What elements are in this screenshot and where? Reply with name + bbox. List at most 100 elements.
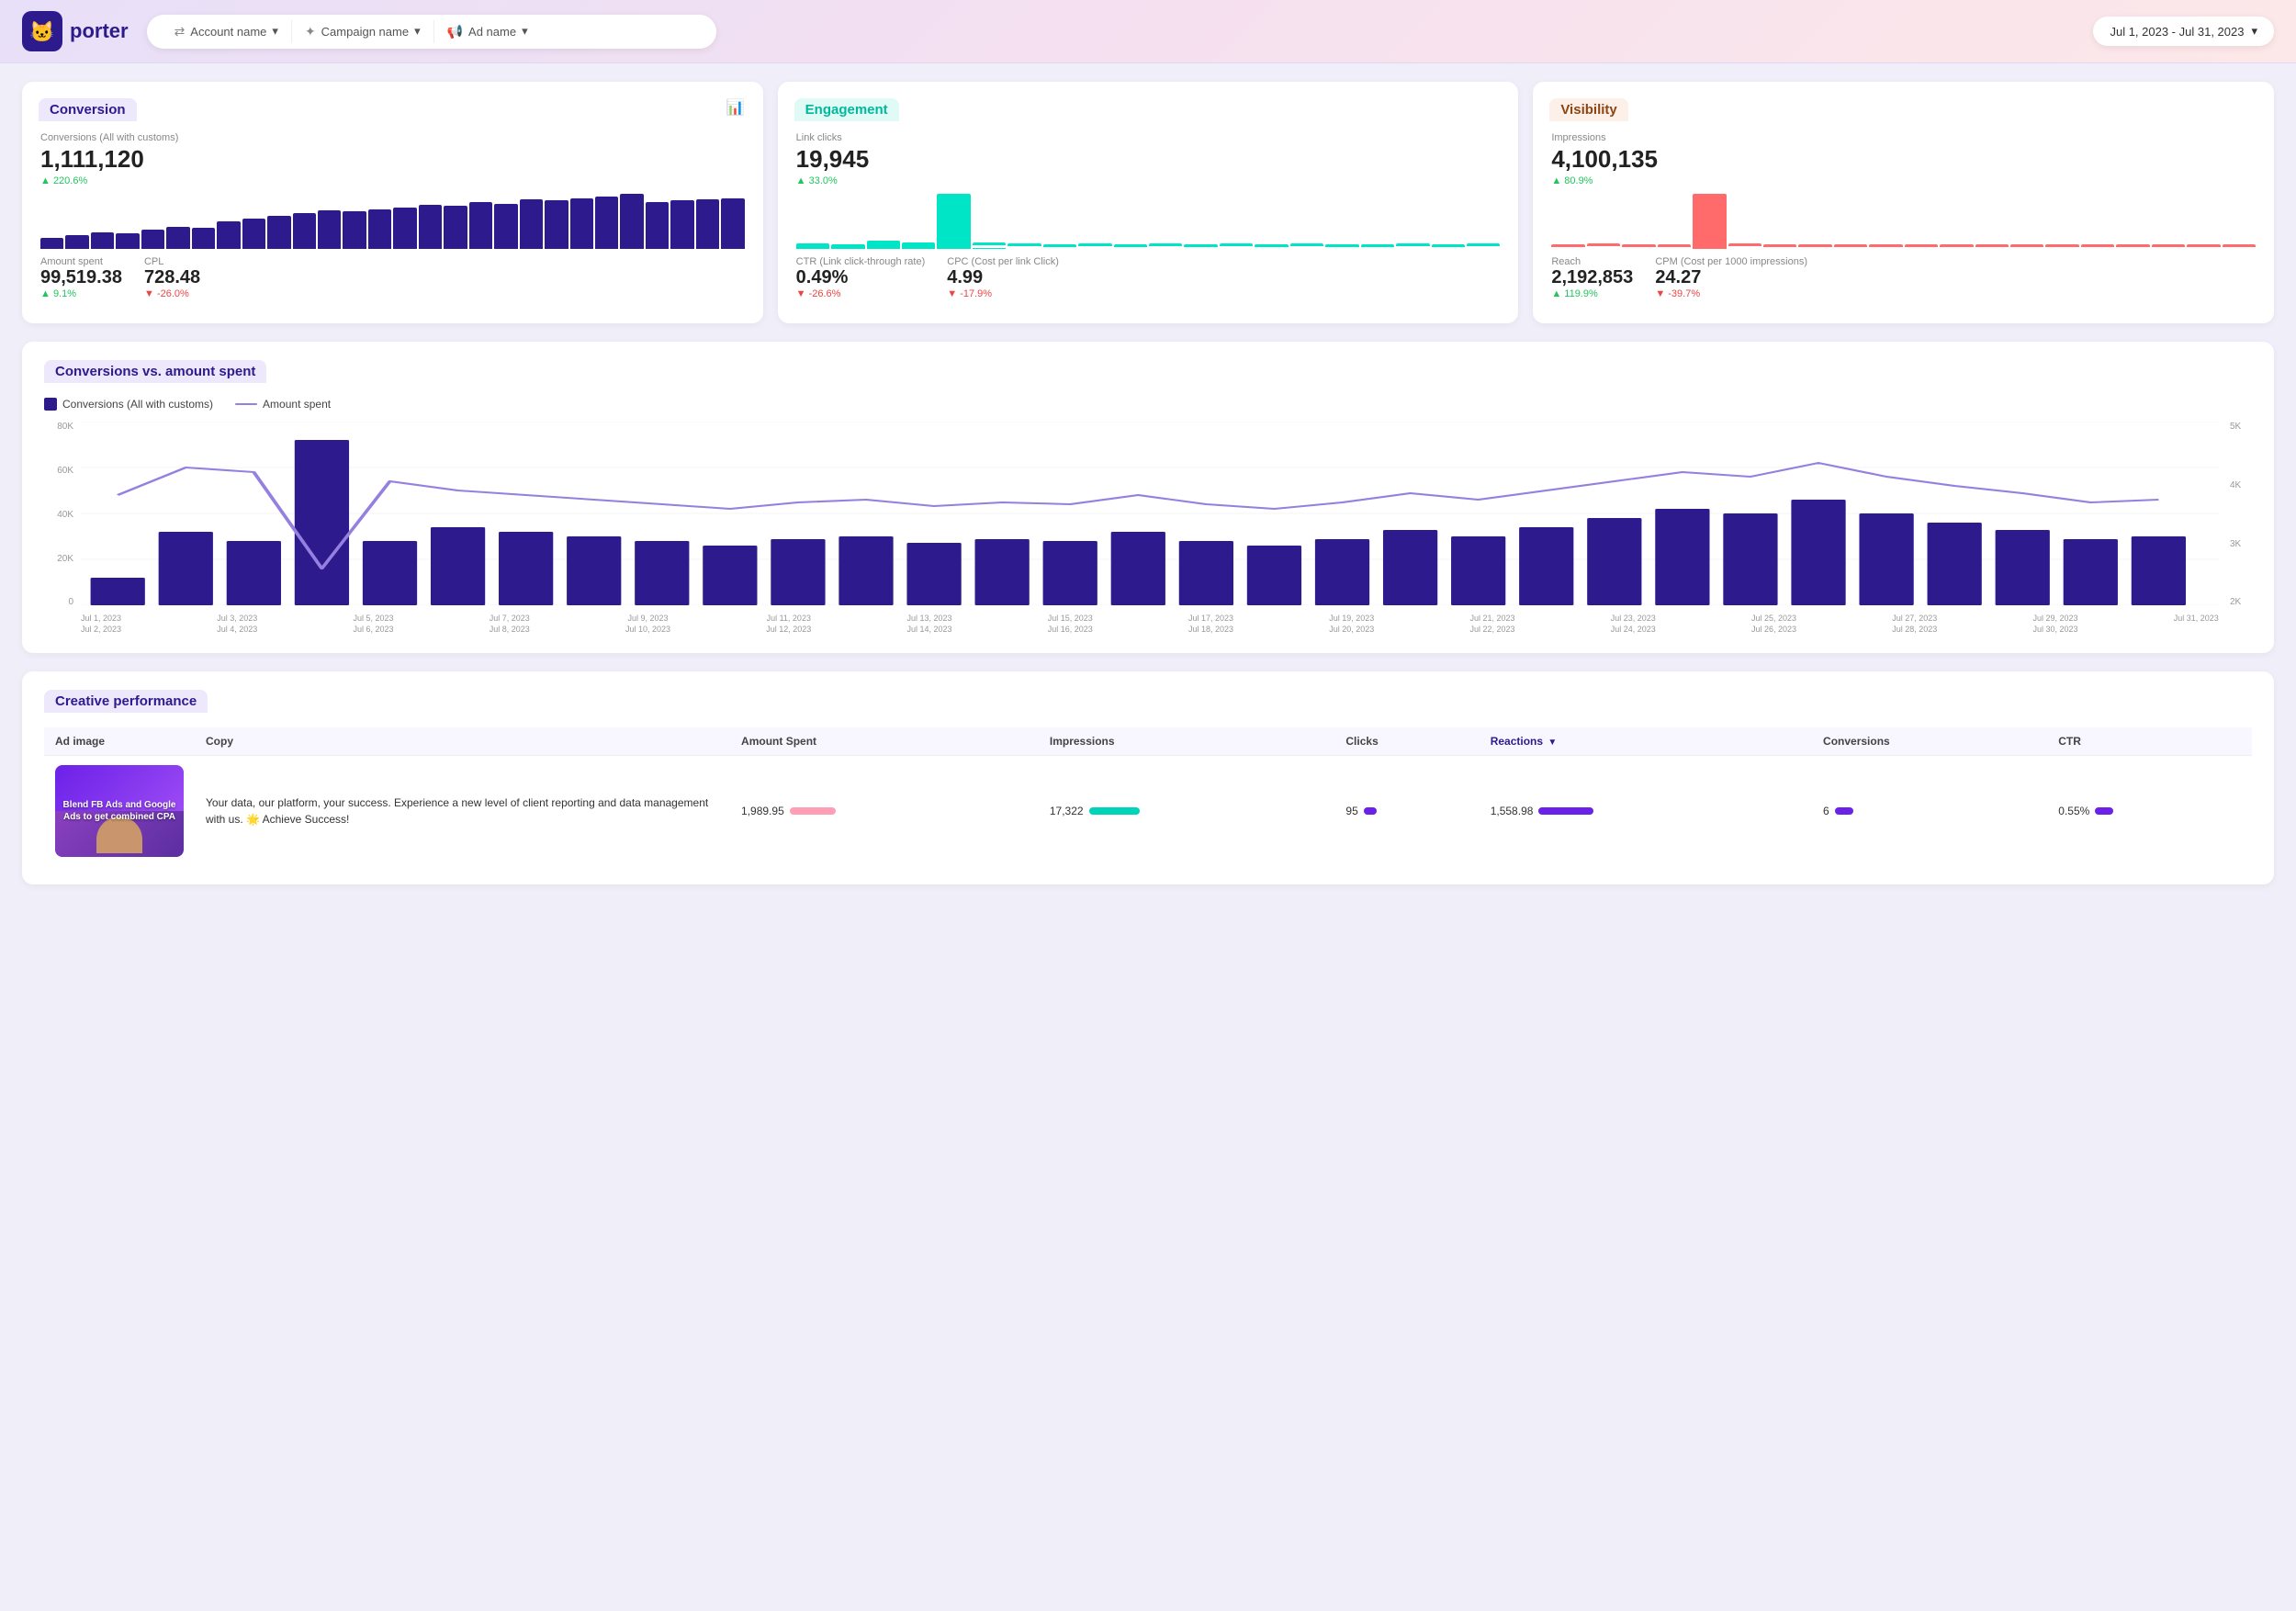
- x-label-8: Jul 15, 2023Jul 16, 2023: [1048, 614, 1093, 635]
- engagement-sub2: CPC (Cost per link Click) 4.99 ▼ -17.9%: [947, 256, 1059, 307]
- ad-filter[interactable]: 📢 Ad name ▾: [434, 20, 541, 43]
- main-content: Conversion 📊 Conversions (All with custo…: [0, 63, 2296, 903]
- x-label-9: Jul 17, 2023Jul 18, 2023: [1188, 614, 1233, 635]
- engagement-sub2-label: CPC (Cost per link Click): [947, 256, 1059, 267]
- x-label-1: Jul 1, 2023Jul 2, 2023: [81, 614, 121, 635]
- x-label-16: Jul 31, 2023: [2174, 614, 2219, 635]
- calendar-chevron: ▾: [2251, 24, 2257, 39]
- ad-label: Ad name: [468, 25, 516, 39]
- legend-bar-label: Conversions (All with customs): [62, 398, 213, 411]
- engagement-main-label: Link clicks: [796, 132, 1501, 143]
- ad-image-placeholder: Blend FB Ads and Google Ads to get combi…: [55, 765, 184, 857]
- x-label-14: Jul 27, 2023Jul 28, 2023: [1892, 614, 1937, 635]
- clicks-cell: 95: [1334, 756, 1479, 867]
- reactions-value: 1,558.98: [1491, 805, 1534, 817]
- conversion-sub-metrics: Amount spent 99,519.38 ▲ 9.1% CPL 728.48…: [40, 256, 745, 307]
- engagement-sub1-change: ▼ -26.6%: [796, 288, 926, 299]
- impressions-bar: [1089, 807, 1140, 815]
- col-ad-image: Ad image: [44, 727, 195, 756]
- bar-23: [595, 197, 618, 249]
- account-label: Account name: [190, 25, 266, 39]
- conversion-card: Conversion 📊 Conversions (All with custo…: [22, 82, 763, 323]
- campaign-filter[interactable]: ✦ Campaign name ▾: [292, 20, 434, 43]
- legend-line-label: Amount spent: [263, 398, 331, 411]
- x-label-7: Jul 13, 2023Jul 14, 2023: [907, 614, 952, 635]
- x-label-15: Jul 29, 2023Jul 30, 2023: [2033, 614, 2078, 635]
- conversion-main-value: 1,111,120: [40, 145, 745, 174]
- clicks-bar: [1364, 807, 1377, 815]
- visibility-sub2: CPM (Cost per 1000 impressions) 24.27 ▼ …: [1655, 256, 1807, 307]
- chart-toggle-icon[interactable]: 📊: [726, 98, 745, 117]
- x-label-6: Jul 11, 2023Jul 12, 2023: [766, 614, 811, 635]
- conversions-value: 6: [1823, 805, 1829, 817]
- campaign-chevron: ▾: [414, 24, 421, 39]
- share-icon: ⇄: [174, 24, 186, 39]
- visibility-sub1-value: 2,192,853: [1551, 267, 1633, 288]
- visibility-main-value: 4,100,135: [1551, 145, 2256, 174]
- engagement-sub-metrics: CTR (Link click-through rate) 0.49% ▼ -2…: [796, 256, 1501, 307]
- copy-cell: Your data, our platform, your success. E…: [195, 756, 730, 867]
- reactions-sort-icon: ▼: [1548, 738, 1557, 748]
- chart-legend: Conversions (All with customs) Amount sp…: [44, 398, 2252, 411]
- ctr-cell: 0.55%: [2047, 756, 2252, 867]
- legend-line-box: [235, 403, 257, 405]
- clicks-value: 95: [1345, 805, 1357, 817]
- conversion-main-label: Conversions (All with customs): [40, 132, 745, 143]
- impressions-value: 17,322: [1050, 805, 1084, 817]
- x-label-4: Jul 7, 2023Jul 8, 2023: [490, 614, 530, 635]
- bar-18: [469, 202, 492, 249]
- bar-26: [670, 200, 693, 249]
- ctr-bar: [2095, 807, 2113, 815]
- engagement-sub1: CTR (Link click-through rate) 0.49% ▼ -2…: [796, 256, 926, 307]
- table-header-row: Ad image Copy Amount Spent Impressions C…: [44, 727, 2252, 756]
- account-filter[interactable]: ⇄ Account name ▾: [162, 20, 292, 43]
- engagement-main-value: 19,945: [796, 145, 1501, 174]
- ad-chevron: ▾: [522, 24, 528, 39]
- account-chevron: ▾: [272, 24, 278, 39]
- bar-11: [293, 213, 316, 249]
- col-copy: Copy: [195, 727, 730, 756]
- col-clicks: Clicks: [1334, 727, 1479, 756]
- col-conversions: Conversions: [1812, 727, 2047, 756]
- x-axis-labels: Jul 1, 2023Jul 2, 2023 Jul 3, 2023Jul 4,…: [81, 614, 2219, 635]
- visibility-sub1-change: ▲ 119.9%: [1551, 288, 1633, 299]
- svg-text:🐱: 🐱: [29, 20, 54, 43]
- date-range-picker[interactable]: Jul 1, 2023 - Jul 31, 2023 ▾: [2093, 17, 2274, 46]
- amount-spent-cell: 1,989.95: [730, 756, 1039, 867]
- y-axis-right: 5K 4K 3K 2K: [2226, 422, 2252, 635]
- chart-area: Jul 1, 2023Jul 2, 2023 Jul 3, 2023Jul 4,…: [81, 422, 2219, 635]
- main-chart-section: Conversions vs. amount spent Conversions…: [22, 342, 2274, 653]
- bar-25: [646, 202, 669, 249]
- engagement-sub2-change: ▼ -17.9%: [947, 288, 1059, 299]
- visibility-sub2-value: 24.27: [1655, 267, 1807, 288]
- engagement-card-title: Engagement: [794, 98, 899, 121]
- conversion-card-title: Conversion: [39, 98, 137, 121]
- conversion-sub1-value: 99,519.38: [40, 267, 122, 288]
- conversions-bar-cell: 6: [1823, 805, 2036, 817]
- bar-22: [570, 198, 593, 249]
- conversion-mini-chart: [40, 194, 745, 249]
- main-chart-svg: [81, 422, 2219, 605]
- ad-image-text: Blend FB Ads and Google Ads to get combi…: [62, 799, 176, 823]
- bar-21: [545, 200, 568, 249]
- legend-line-item: Amount spent: [235, 398, 331, 411]
- nav-filters: ⇄ Account name ▾ ✦ Campaign name ▾ 📢 Ad …: [147, 15, 716, 49]
- legend-bar-box: [44, 398, 57, 411]
- bar-10: [267, 216, 290, 249]
- visibility-card-title: Visibility: [1549, 98, 1627, 121]
- logo-text: porter: [70, 19, 129, 43]
- engagement-sub1-label: CTR (Link click-through rate): [796, 256, 926, 267]
- chart-with-axes: 80K 60K 40K 20K 0: [44, 422, 2252, 635]
- y-axis-left: 80K 60K 40K 20K 0: [44, 422, 73, 635]
- bar-5: [141, 230, 164, 249]
- engagement-sub2-value: 4.99: [947, 267, 1059, 288]
- reactions-bar-cell: 1,558.98: [1491, 805, 1801, 817]
- visibility-mini-chart: [1551, 194, 2256, 249]
- engagement-card: Engagement Link clicks 19,945 ▲ 33.0%: [778, 82, 1519, 323]
- col-reactions[interactable]: Reactions ▼: [1480, 727, 1812, 756]
- copy-text: Your data, our platform, your success. E…: [206, 796, 708, 826]
- x-label-13: Jul 25, 2023Jul 26, 2023: [1751, 614, 1796, 635]
- creative-title: Creative performance: [44, 690, 208, 713]
- ctr-bar-cell: 0.55%: [2058, 805, 2241, 817]
- bar-4: [116, 233, 139, 249]
